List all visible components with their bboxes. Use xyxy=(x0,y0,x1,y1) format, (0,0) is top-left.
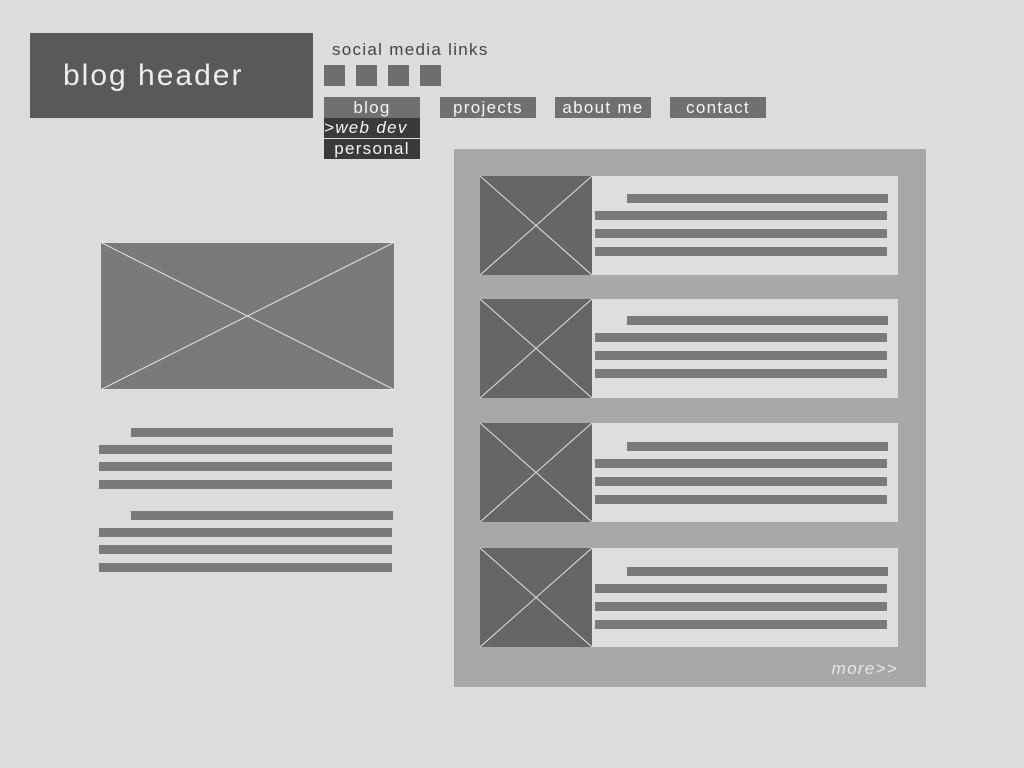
text-line xyxy=(595,620,887,629)
text-line xyxy=(595,495,887,504)
post-card[interactable] xyxy=(480,548,898,647)
text-line xyxy=(99,445,392,454)
text-line xyxy=(595,584,887,593)
nav-item-contact[interactable]: contact xyxy=(670,97,766,118)
text-line xyxy=(595,602,887,611)
text-line xyxy=(627,194,888,203)
text-line xyxy=(131,428,393,437)
blog-wireframe: blog header social media links blog proj… xyxy=(0,0,1024,768)
post-card[interactable] xyxy=(480,176,898,275)
text-line xyxy=(99,563,392,572)
featured-image-placeholder[interactable] xyxy=(100,242,395,390)
nav-item-about-me[interactable]: about me xyxy=(555,97,651,118)
text-line xyxy=(595,459,887,468)
text-line xyxy=(627,316,888,325)
post-thumbnail-placeholder[interactable] xyxy=(480,299,592,398)
text-line xyxy=(595,369,887,378)
text-line xyxy=(595,477,887,486)
social-icon[interactable] xyxy=(420,65,441,86)
text-line xyxy=(595,351,887,360)
text-line xyxy=(99,545,392,554)
blog-header[interactable]: blog header xyxy=(30,33,313,118)
text-line xyxy=(627,567,888,576)
social-icon[interactable] xyxy=(356,65,377,86)
submenu-item-web-dev[interactable]: >web dev xyxy=(324,118,420,138)
text-line xyxy=(595,229,887,238)
nav-item-projects[interactable]: projects xyxy=(440,97,536,118)
text-line xyxy=(131,511,393,520)
social-icon[interactable] xyxy=(388,65,409,86)
more-link[interactable]: more>> xyxy=(832,659,898,679)
text-line xyxy=(99,480,392,489)
text-line xyxy=(99,528,392,537)
header-title: blog header xyxy=(63,58,244,92)
social-links-label: social media links xyxy=(332,40,489,59)
submenu-item-personal[interactable]: personal xyxy=(324,139,420,159)
social-icons xyxy=(324,65,441,86)
post-thumbnail-placeholder[interactable] xyxy=(480,423,592,522)
text-line xyxy=(595,247,887,256)
nav-item-blog[interactable]: blog xyxy=(324,97,420,118)
recent-posts-panel: more>> xyxy=(454,149,926,687)
text-line xyxy=(595,211,887,220)
post-thumbnail-placeholder[interactable] xyxy=(480,548,592,647)
post-card[interactable] xyxy=(480,423,898,522)
text-line xyxy=(627,442,888,451)
post-card[interactable] xyxy=(480,299,898,398)
text-line xyxy=(99,462,392,471)
social-icon[interactable] xyxy=(324,65,345,86)
text-line xyxy=(595,333,887,342)
post-thumbnail-placeholder[interactable] xyxy=(480,176,592,275)
